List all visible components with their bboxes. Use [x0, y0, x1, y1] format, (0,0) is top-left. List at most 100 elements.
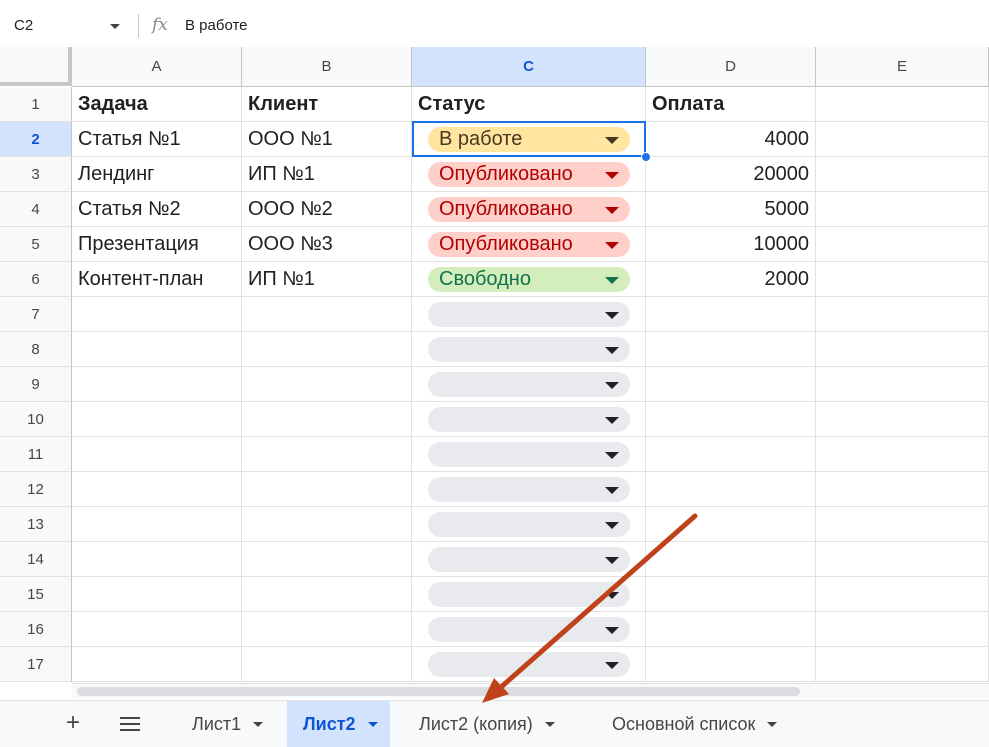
cell-b13[interactable] — [242, 507, 412, 542]
cell-c12[interactable] — [412, 472, 646, 507]
dropdown-arrow-icon[interactable] — [605, 242, 619, 249]
cell-a9[interactable] — [72, 367, 242, 402]
dropdown-arrow-icon[interactable] — [605, 277, 619, 284]
status-dropdown-chip[interactable] — [428, 407, 630, 432]
cell-c17[interactable] — [412, 647, 646, 682]
dropdown-arrow-icon[interactable] — [605, 452, 619, 459]
cell-d10[interactable] — [646, 402, 816, 437]
status-dropdown-chip[interactable]: Опубликовано — [428, 162, 630, 187]
sheet-tab-menu-icon[interactable] — [544, 721, 555, 727]
row-header[interactable]: 7 — [0, 297, 72, 332]
cell-c4[interactable]: Опубликовано — [412, 192, 646, 227]
dropdown-arrow-icon[interactable] — [605, 522, 619, 529]
cell-c6[interactable]: Свободно — [412, 262, 646, 297]
all-sheets-icon[interactable] — [120, 717, 140, 731]
cell-c16[interactable] — [412, 612, 646, 647]
cell-d14[interactable] — [646, 542, 816, 577]
status-dropdown-chip[interactable] — [428, 442, 630, 467]
cell-b6[interactable]: ИП №1 — [242, 262, 412, 297]
column-header-d[interactable]: D — [646, 47, 816, 87]
cell-e7[interactable] — [816, 297, 989, 332]
scrollbar-thumb[interactable] — [77, 687, 800, 696]
cell-d3[interactable]: 20000 — [646, 157, 816, 192]
row-header[interactable]: 14 — [0, 542, 72, 577]
row-header[interactable]: 4 — [0, 192, 72, 227]
cell-d5[interactable]: 10000 — [646, 227, 816, 262]
row-header[interactable]: 12 — [0, 472, 72, 507]
status-dropdown-chip[interactable]: Опубликовано — [428, 232, 630, 257]
cell-e2[interactable] — [816, 122, 989, 157]
cell-b17[interactable] — [242, 647, 412, 682]
status-dropdown-chip[interactable] — [428, 372, 630, 397]
cell-d7[interactable] — [646, 297, 816, 332]
cell-e1[interactable] — [816, 87, 989, 122]
sheet-tab[interactable]: Основной список — [596, 701, 789, 747]
cell-a8[interactable] — [72, 332, 242, 367]
status-dropdown-chip[interactable] — [428, 617, 630, 642]
cell-b1[interactable]: Клиент — [242, 87, 412, 122]
status-dropdown-chip[interactable]: В работе — [428, 127, 630, 152]
cell-e13[interactable] — [816, 507, 989, 542]
dropdown-arrow-icon[interactable] — [605, 137, 619, 144]
cell-d11[interactable] — [646, 437, 816, 472]
dropdown-arrow-icon[interactable] — [605, 312, 619, 319]
status-dropdown-chip[interactable]: Опубликовано — [428, 197, 630, 222]
cell-b8[interactable] — [242, 332, 412, 367]
row-header[interactable]: 13 — [0, 507, 72, 542]
cell-d13[interactable] — [646, 507, 816, 542]
cell-d4[interactable]: 5000 — [646, 192, 816, 227]
horizontal-scrollbar[interactable] — [72, 683, 989, 698]
row-header[interactable]: 8 — [0, 332, 72, 367]
column-header-c[interactable]: C — [412, 47, 646, 87]
cell-a10[interactable] — [72, 402, 242, 437]
cell-b9[interactable] — [242, 367, 412, 402]
cell-e11[interactable] — [816, 437, 989, 472]
cell-e15[interactable] — [816, 577, 989, 612]
status-dropdown-chip[interactable] — [428, 512, 630, 537]
row-header[interactable]: 3 — [0, 157, 72, 192]
row-header[interactable]: 9 — [0, 367, 72, 402]
cell-b12[interactable] — [242, 472, 412, 507]
dropdown-arrow-icon[interactable] — [605, 347, 619, 354]
dropdown-arrow-icon[interactable] — [605, 662, 619, 669]
cell-c2[interactable]: В работе — [412, 122, 646, 157]
cell-d2[interactable]: 4000 — [646, 122, 816, 157]
dropdown-arrow-icon[interactable] — [605, 592, 619, 599]
cell-d17[interactable] — [646, 647, 816, 682]
cell-d6[interactable]: 2000 — [646, 262, 816, 297]
dropdown-arrow-icon[interactable] — [605, 382, 619, 389]
cell-d8[interactable] — [646, 332, 816, 367]
row-header[interactable]: 2 — [0, 122, 72, 157]
cell-e6[interactable] — [816, 262, 989, 297]
row-header[interactable]: 16 — [0, 612, 72, 647]
select-all-corner[interactable] — [0, 47, 72, 86]
cell-c1[interactable]: Статус — [412, 87, 646, 122]
plus-icon[interactable]: + — [66, 711, 80, 735]
sheet-tab[interactable]: Лист1 — [176, 701, 275, 747]
cell-c3[interactable]: Опубликовано — [412, 157, 646, 192]
cell-e14[interactable] — [816, 542, 989, 577]
sheet-tab-menu-icon[interactable] — [367, 721, 378, 727]
row-header[interactable]: 10 — [0, 402, 72, 437]
cell-c11[interactable] — [412, 437, 646, 472]
status-dropdown-chip[interactable]: Свободно — [428, 267, 630, 292]
cell-b4[interactable]: ООО №2 — [242, 192, 412, 227]
cell-c9[interactable] — [412, 367, 646, 402]
cell-d9[interactable] — [646, 367, 816, 402]
column-header-e[interactable]: E — [816, 47, 989, 87]
sheet-tab-menu-icon[interactable] — [767, 721, 778, 727]
cell-b5[interactable]: ООО №3 — [242, 227, 412, 262]
cell-a12[interactable] — [72, 472, 242, 507]
row-header[interactable]: 17 — [0, 647, 72, 682]
cell-e5[interactable] — [816, 227, 989, 262]
cell-e9[interactable] — [816, 367, 989, 402]
cell-d16[interactable] — [646, 612, 816, 647]
cell-e17[interactable] — [816, 647, 989, 682]
status-dropdown-chip[interactable] — [428, 337, 630, 362]
cell-e4[interactable] — [816, 192, 989, 227]
cell-e8[interactable] — [816, 332, 989, 367]
sheet-tab-menu-icon[interactable] — [253, 721, 264, 727]
cell-a1[interactable]: Задача — [72, 87, 242, 122]
status-dropdown-chip[interactable] — [428, 582, 630, 607]
cell-a2[interactable]: Статья №1 — [72, 122, 242, 157]
